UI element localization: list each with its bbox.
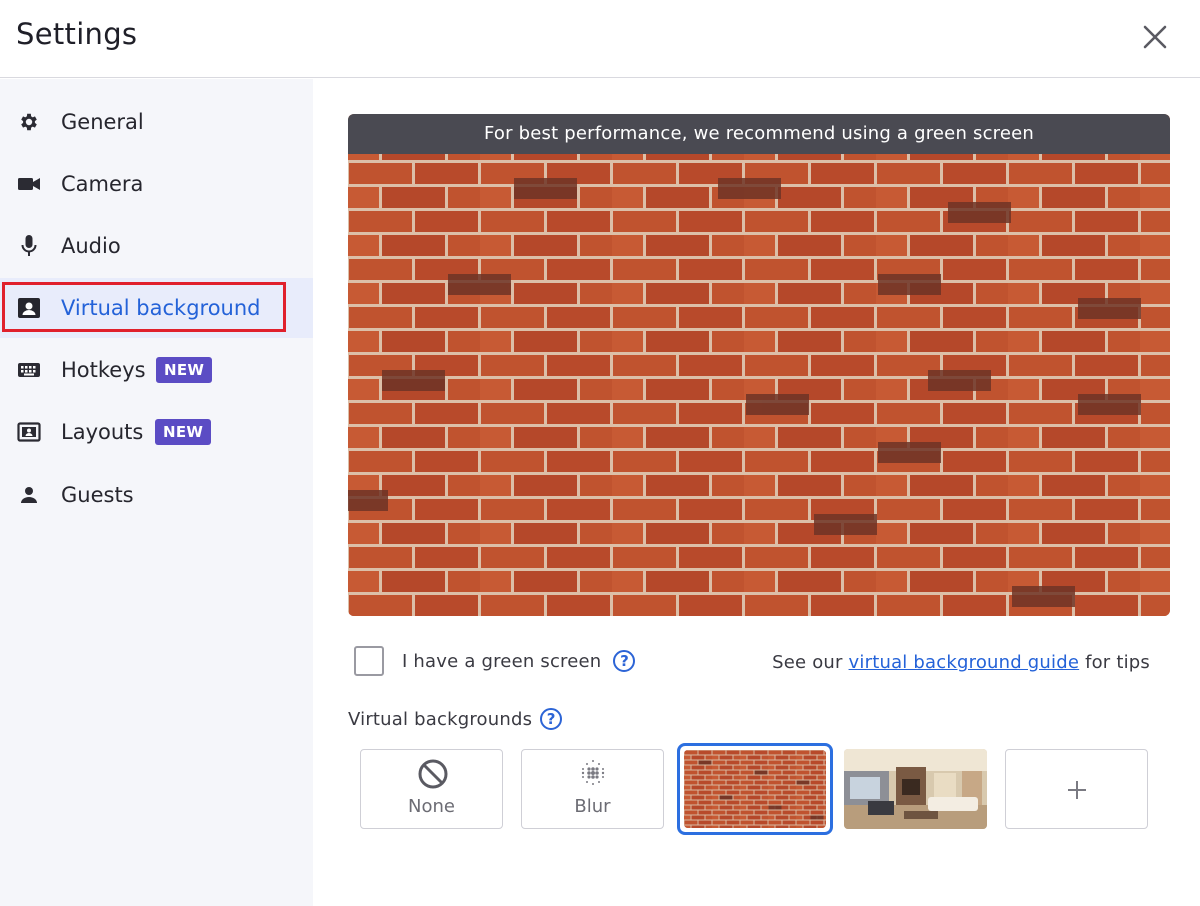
gear-icon [17, 110, 41, 134]
background-option-brick-wall[interactable] [677, 743, 833, 835]
virtual-background-guide-link[interactable]: virtual background guide [849, 652, 1080, 673]
sidebar-item-guests[interactable]: Guests [0, 465, 313, 525]
sidebar: General Camera Audio Virtual background … [0, 79, 313, 906]
keyboard-icon [17, 358, 41, 382]
green-screen-recommendation: For best performance, we recommend using… [348, 114, 1170, 154]
portrait-icon [17, 296, 41, 320]
sidebar-item-camera[interactable]: Camera [0, 154, 313, 214]
background-option-living-room[interactable] [844, 749, 987, 829]
green-screen-row: I have a green screen ? [354, 646, 636, 676]
brick-wall-preview-image [348, 114, 1170, 616]
green-screen-label: I have a green screen [402, 650, 602, 672]
blur-icon [581, 760, 605, 785]
close-icon[interactable] [1138, 20, 1172, 54]
close-button[interactable] [1138, 20, 1172, 54]
help-icon[interactable]: ? [613, 650, 636, 672]
background-option-blur[interactable]: Blur [521, 749, 664, 829]
microphone-icon [17, 234, 41, 258]
guide-prefix: See our [772, 652, 843, 673]
help-icon[interactable]: ? [540, 708, 563, 730]
sidebar-item-label: Camera [61, 172, 144, 196]
guide-suffix: for tips [1085, 652, 1150, 673]
guide-text: See our virtual background guide for tip… [772, 652, 1150, 673]
sidebar-item-label: Audio [61, 234, 121, 258]
person-icon [17, 483, 41, 507]
sidebar-item-label: Guests [61, 483, 134, 507]
no-entry-icon [418, 759, 448, 789]
sidebar-item-label: Hotkeys [61, 358, 146, 382]
sidebar-item-label: Layouts [61, 420, 144, 444]
sidebar-item-virtual-background[interactable]: Virtual background [0, 278, 313, 338]
virtual-backgrounds-title: Virtual backgrounds [348, 708, 533, 730]
new-badge: NEW [155, 419, 212, 445]
new-badge: NEW [156, 357, 213, 383]
background-preview: For best performance, we recommend using… [348, 114, 1170, 616]
plus-icon [1068, 781, 1086, 799]
page-title: Settings [16, 17, 138, 51]
sidebar-item-hotkeys[interactable]: Hotkeys NEW [0, 340, 313, 400]
add-background-button[interactable] [1005, 749, 1148, 829]
sidebar-item-label: Virtual background [61, 296, 261, 320]
tile-label: None [408, 796, 455, 817]
settings-header: Settings [0, 0, 1200, 78]
sidebar-item-label: General [61, 110, 144, 134]
living-room-thumbnail [844, 749, 987, 829]
layout-icon [17, 420, 41, 444]
virtual-backgrounds-title-row: Virtual backgrounds ? [348, 708, 563, 730]
sidebar-item-layouts[interactable]: Layouts NEW [0, 402, 313, 462]
brick-wall-thumbnail [684, 750, 826, 828]
sidebar-item-general[interactable]: General [0, 92, 313, 152]
background-option-none[interactable]: None [360, 749, 503, 829]
sidebar-item-audio[interactable]: Audio [0, 216, 313, 276]
video-camera-icon [17, 172, 41, 196]
green-screen-checkbox[interactable] [354, 646, 384, 676]
tile-label: Blur [574, 796, 611, 817]
